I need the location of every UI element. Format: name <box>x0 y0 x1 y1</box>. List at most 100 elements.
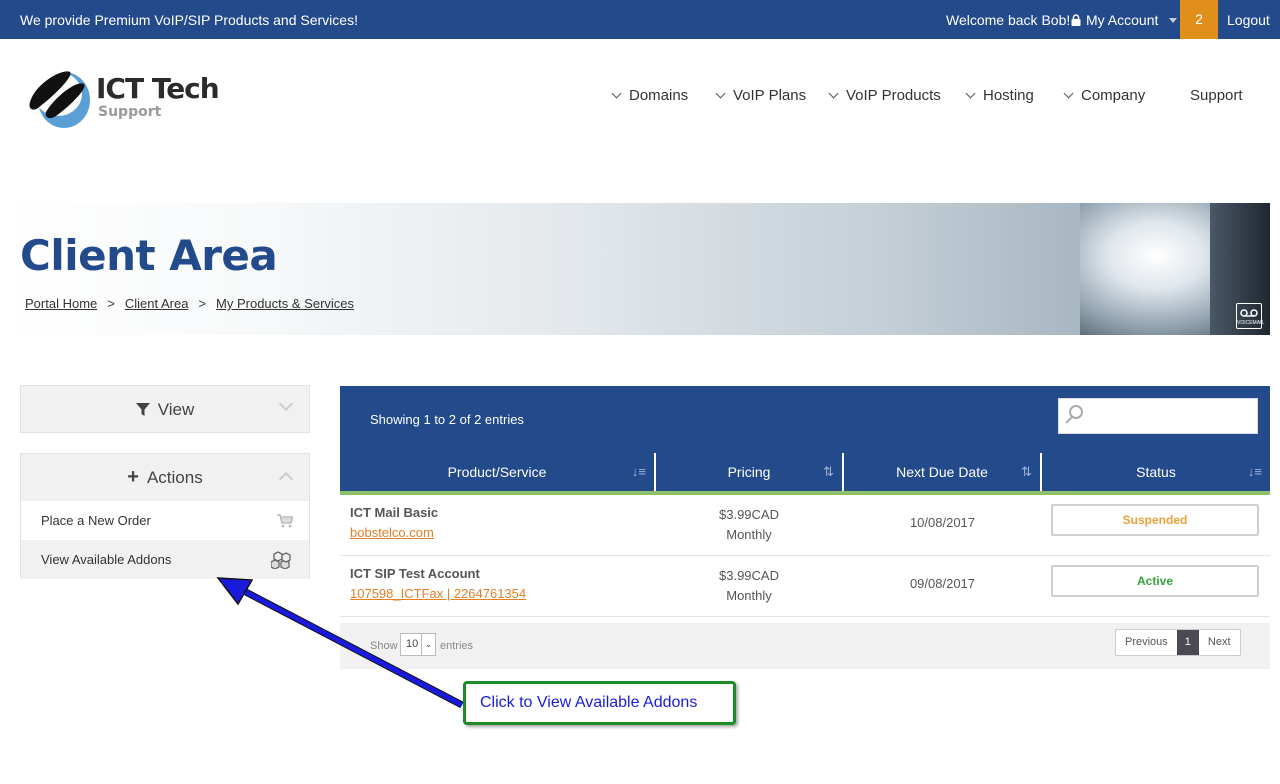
table-row[interactable]: ICT Mail Basic bobstelco.com $3.99CAD Mo… <box>340 495 1270 556</box>
next-due-date: 09/08/2017 <box>909 576 976 591</box>
product-pricing: $3.99CAD Monthly <box>656 566 842 606</box>
plus-icon: + <box>127 466 139 488</box>
product-name: ICT SIP Test Account <box>350 566 480 581</box>
column-product-service[interactable]: Product/Service ↓≡ <box>340 453 654 491</box>
nav-domains[interactable]: Domains <box>611 87 689 104</box>
list-item-label: Place a New Order <box>41 513 151 528</box>
column-label: Pricing <box>727 464 771 480</box>
next-page-button[interactable]: Next <box>1199 630 1240 655</box>
next-due-date: 10/08/2017 <box>909 515 976 530</box>
search-icon <box>1069 405 1083 419</box>
sort-desc-icon: ↓≡ <box>631 464 646 479</box>
page-size-select[interactable]: 10 ⌄ <box>400 633 436 656</box>
cart-count-badge[interactable]: 2 <box>1180 0 1218 39</box>
product-domain-link[interactable]: 107598_ICTFax | 2264761354 <box>350 586 526 601</box>
nav-support[interactable]: Support <box>1190 87 1243 104</box>
lock-icon <box>1071 14 1081 26</box>
sort-icon: ⇅ <box>1021 464 1032 479</box>
voicemail-icon: VOICEMAIL <box>1236 303 1265 329</box>
nav-company[interactable]: Company <box>1063 87 1146 104</box>
chevron-down-icon <box>828 88 839 99</box>
actions-panel-title: Actions <box>146 467 203 487</box>
logo[interactable]: ICT Tech Support <box>24 62 244 132</box>
logo-subtitle: Support <box>98 104 162 120</box>
table-info: Showing 1 to 2 of 2 entries <box>370 412 524 427</box>
breadcrumb-my-products[interactable]: My Products & Services <box>216 296 354 311</box>
tagline: We provide Premium VoIP/SIP Products and… <box>20 12 358 28</box>
view-panel-header[interactable]: View <box>21 386 309 433</box>
products-table: Showing 1 to 2 of 2 entries Product/Serv… <box>340 386 1270 669</box>
column-label: Status <box>1136 464 1176 480</box>
price-amount: $3.99CAD <box>719 568 779 583</box>
breadcrumb-separator: > <box>198 296 207 311</box>
my-account-menu[interactable]: My Account <box>1071 12 1178 28</box>
filter-icon <box>135 402 150 416</box>
previous-page-button[interactable]: Previous <box>1116 630 1177 655</box>
caret-down-icon <box>1169 17 1178 23</box>
pagination: Previous 1 Next <box>1115 629 1241 656</box>
cubes-icon <box>270 540 293 584</box>
nav-label: Support <box>1190 87 1243 104</box>
breadcrumb-client-area[interactable]: Client Area <box>125 296 189 311</box>
chevron-down-icon[interactable] <box>278 396 294 412</box>
breadcrumb: Portal Home > Client Area > My Products … <box>25 296 354 311</box>
product-name: ICT Mail Basic <box>350 505 439 520</box>
breadcrumb-separator: > <box>107 296 115 311</box>
chevron-down-icon: ⌄ <box>421 634 435 655</box>
status-badge: Suspended <box>1051 504 1259 536</box>
nav-label: Hosting <box>983 87 1034 104</box>
table-toolbar: Showing 1 to 2 of 2 entries <box>340 386 1270 453</box>
page-1-button[interactable]: 1 <box>1176 630 1199 655</box>
welcome-text: Welcome back Bob! <box>946 12 1071 28</box>
list-item-label: View Available Addons <box>41 552 172 567</box>
table-header: Product/Service ↓≡ Pricing ⇅ Next Due Da… <box>340 453 1270 495</box>
product-domain-link[interactable]: bobstelco.com <box>350 525 434 540</box>
logo-title: ICT Tech <box>96 72 220 105</box>
voicemail-label: VOICEMAIL <box>1237 320 1265 326</box>
view-available-addons-link[interactable]: View Available Addons <box>21 540 309 579</box>
place-new-order-link[interactable]: Place a New Order <box>21 501 309 540</box>
annotation-callout: Click to View Available Addons <box>463 681 736 725</box>
actions-panel: + Actions Place a New Order View Availab… <box>20 453 310 579</box>
sort-icon: ⇅ <box>823 464 834 479</box>
column-label: Product/Service <box>447 464 547 480</box>
actions-panel-header[interactable]: + Actions <box>21 454 309 501</box>
breadcrumb-portal-home[interactable]: Portal Home <box>25 296 97 311</box>
column-next-due-date[interactable]: Next Due Date ⇅ <box>842 453 1040 491</box>
chevron-up-icon[interactable] <box>278 471 294 487</box>
sort-desc-icon: ↓≡ <box>1247 464 1262 479</box>
column-label: Next Due Date <box>896 464 988 480</box>
billing-cycle: Monthly <box>726 588 772 603</box>
view-panel: View <box>20 385 310 433</box>
my-account-label: My Account <box>1086 12 1159 28</box>
nav-label: VoIP Products <box>846 87 941 104</box>
chevron-down-icon <box>715 88 726 99</box>
cart-icon <box>277 501 294 543</box>
page-title: Client Area <box>20 231 278 280</box>
table-search-input[interactable] <box>1058 398 1258 434</box>
billing-cycle: Monthly <box>726 527 772 542</box>
column-pricing[interactable]: Pricing ⇅ <box>654 453 842 491</box>
chevron-down-icon <box>965 88 976 99</box>
nav-label: Company <box>1081 87 1146 104</box>
column-status[interactable]: Status ↓≡ <box>1040 453 1270 491</box>
page-size-value: 10 <box>406 638 419 650</box>
entries-label: entries <box>440 640 474 652</box>
top-bar: We provide Premium VoIP/SIP Products and… <box>0 0 1280 39</box>
nav-label: Domains <box>629 87 689 104</box>
view-panel-title: View <box>157 399 195 419</box>
chevron-down-icon <box>1063 88 1074 99</box>
chevron-down-icon <box>611 88 622 99</box>
product-pricing: $3.99CAD Monthly <box>656 505 842 545</box>
nav-voip-plans[interactable]: VoIP Plans <box>715 87 807 104</box>
price-amount: $3.99CAD <box>719 507 779 522</box>
logo-swoosh-icon <box>29 71 90 128</box>
table-footer: Show 10 ⌄ entries Previous 1 Next <box>340 623 1270 669</box>
logout-link[interactable]: Logout <box>1227 12 1270 28</box>
table-row[interactable]: ICT SIP Test Account 107598_ICTFax | 226… <box>340 556 1270 617</box>
nav-voip-products[interactable]: VoIP Products <box>828 87 941 104</box>
nav-hosting[interactable]: Hosting <box>965 87 1034 104</box>
nav-label: VoIP Plans <box>733 87 807 104</box>
show-label: Show <box>370 640 398 652</box>
status-badge: Active <box>1051 565 1259 597</box>
